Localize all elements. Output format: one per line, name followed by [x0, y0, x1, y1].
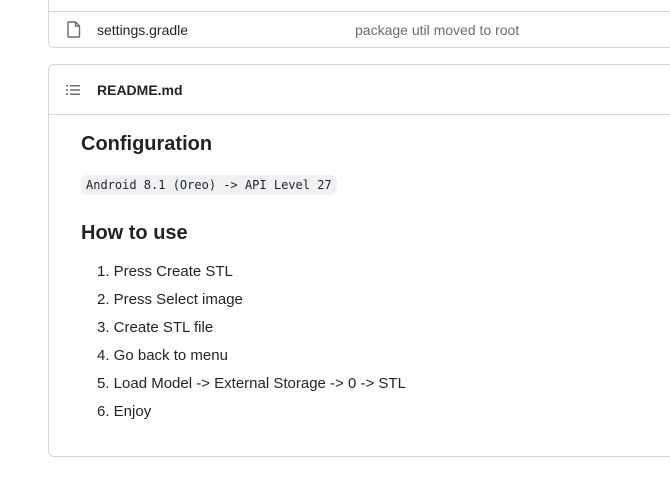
list-item: 3. Create STL file	[97, 319, 214, 336]
file-icon	[67, 21, 81, 38]
list-item: 4. Go back to menu	[97, 347, 228, 364]
commit-message-link[interactable]: package util moved to root	[355, 22, 519, 38]
file-row[interactable]: settings.gradle package util moved to ro…	[49, 11, 670, 48]
file-list: settings.gradle package util moved to ro…	[48, 0, 670, 48]
configuration-heading: Configuration	[81, 133, 213, 155]
how-to-use-heading: How to use	[81, 222, 188, 244]
readme-header: README.md	[49, 65, 670, 115]
list-item: 5. Load Model -> External Storage -> 0 -…	[97, 375, 406, 392]
list-item: 6. Enjoy	[97, 403, 152, 420]
steps-list: 1. Press Create STL 2. Press Select imag…	[97, 262, 406, 430]
list-item: 1. Press Create STL	[97, 263, 233, 280]
file-name-link[interactable]: settings.gradle	[97, 22, 188, 38]
config-code: Android 8.1 (Oreo) -> API Level 27	[81, 175, 337, 195]
list-item: 2. Press Select image	[97, 291, 243, 308]
readme-title[interactable]: README.md	[97, 82, 183, 98]
list-unordered-icon[interactable]	[65, 82, 81, 98]
readme-panel: README.md Configuration Android 8.1 (Ore…	[48, 64, 670, 457]
